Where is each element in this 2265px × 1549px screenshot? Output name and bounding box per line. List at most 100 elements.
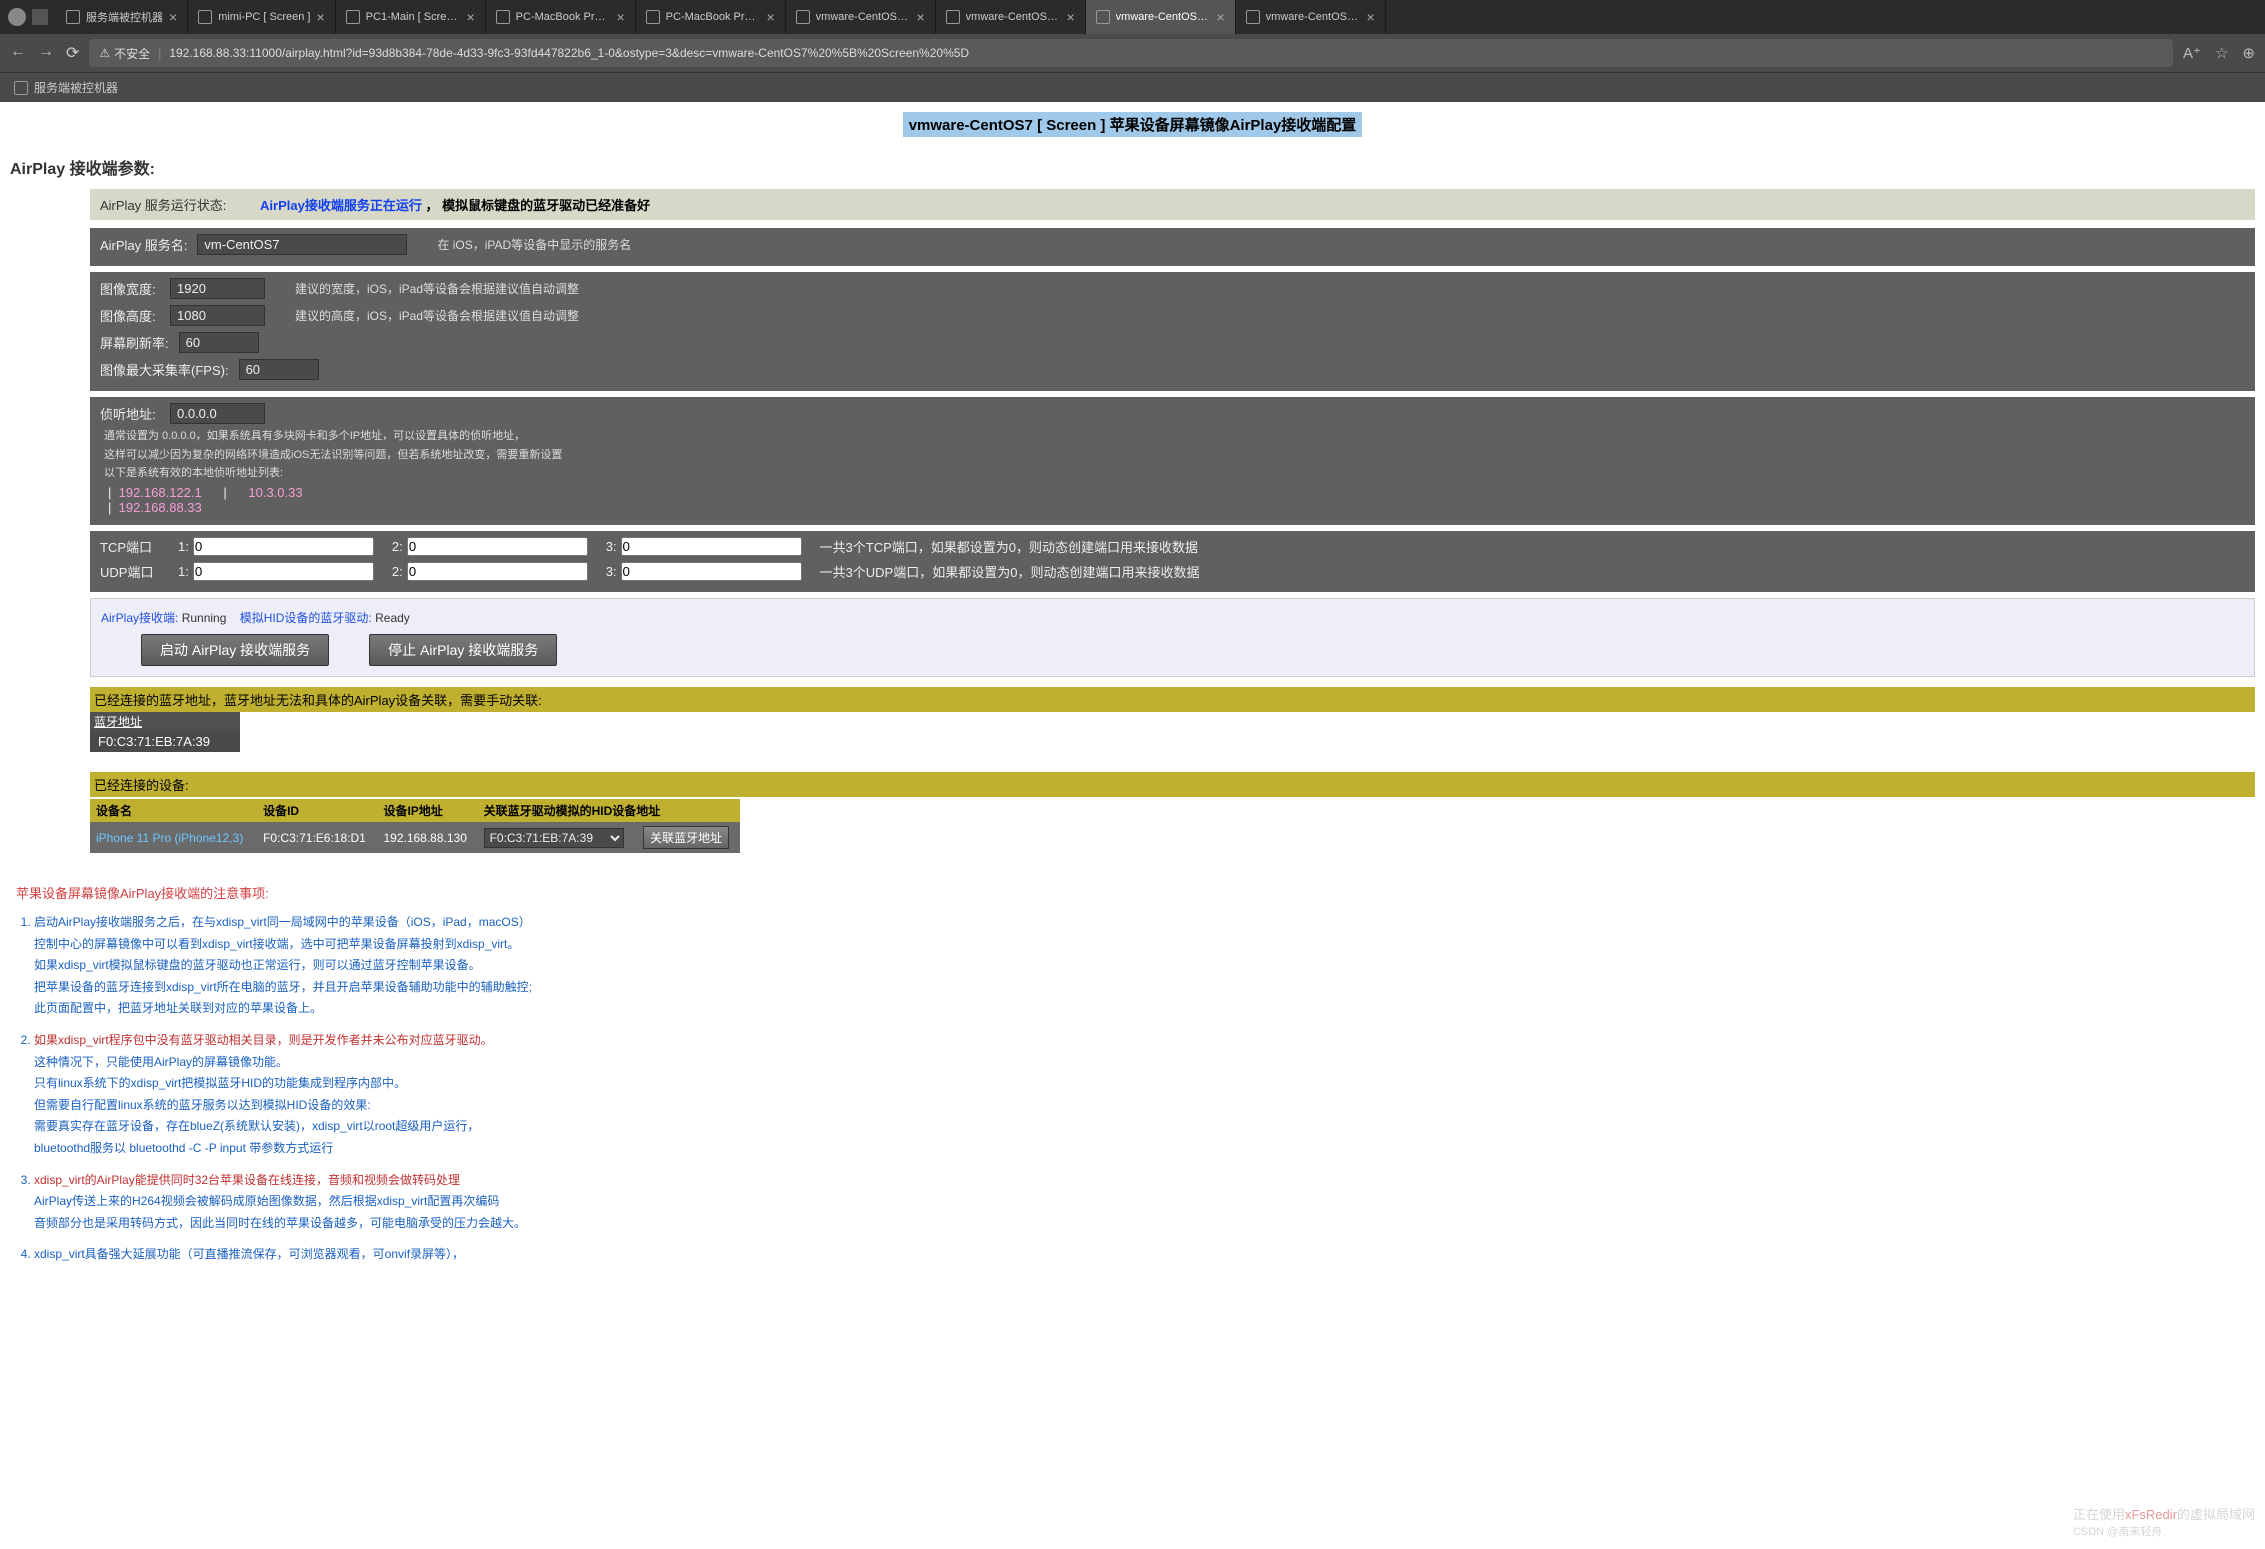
tab-title: PC-MacBook Pro [ Scree [666, 11, 761, 23]
address-bar: ← → ⟳ ⚠不安全 | 192.168.88.33:11000/airplay… [0, 34, 2265, 72]
profile-icon[interactable] [8, 8, 26, 26]
ip-2: 10.3.0.33 [248, 485, 302, 500]
app-icon[interactable] [32, 9, 48, 25]
insecure-icon: ⚠ [99, 46, 110, 60]
url-text: 192.168.88.33:11000/airplay.html?id=93d8… [169, 46, 969, 60]
tab-7[interactable]: vmware-CentOS7 [ Scre× [1086, 0, 1236, 34]
tab-title: vmware-CentOS7 [ Scre [966, 11, 1061, 23]
forward-button[interactable]: → [38, 43, 54, 63]
page-icon [1096, 10, 1110, 24]
devices-table: 设备名 设备ID 设备IP地址 关联蓝牙驱动模拟的HID设备地址 iPhone … [90, 799, 740, 853]
ctrl-s1b: Running [182, 611, 227, 625]
close-icon[interactable]: × [1366, 9, 1374, 25]
tab-title: vmware-CentOS7 List [816, 11, 911, 23]
bookmark-bar: 服务端被控机器 [0, 72, 2265, 102]
tcp-label: TCP端口 [100, 537, 160, 556]
ip-list: | 192.168.122.1 | 10.3.0.33 | 192.168.88… [100, 483, 2245, 517]
tab-6[interactable]: vmware-CentOS7 [ Scre × [936, 0, 1086, 34]
tab-3[interactable]: PC-MacBook Pro List × [486, 0, 636, 34]
note-1: 启动AirPlay接收端服务之后，在与xdisp_virt同一局域网中的苹果设备… [34, 912, 2249, 1020]
status-rest: ， 模拟鼠标键盘的蓝牙驱动已经准备好 [425, 198, 650, 213]
ctrl-s2a: 模拟HID设备的蓝牙驱动: [240, 611, 372, 625]
fps-label: 图像最大采集率(FPS): [100, 360, 229, 379]
browser-chrome: 服务端被控机器×mimi-PC [ Screen ]×PC1-Main [ Sc… [0, 0, 2265, 102]
ctrl-s1a: AirPlay接收端: [101, 611, 178, 625]
tab-title: PC-MacBook Pro List [516, 11, 611, 23]
ip-3: 192.168.88.33 [119, 500, 202, 515]
bt-head: 已经连接的蓝牙地址，蓝牙地址无法和具体的AirPlay设备关联，需要手动关联: [90, 687, 2255, 712]
close-icon[interactable]: × [1216, 9, 1224, 25]
collections-icon[interactable]: ⊕ [2242, 44, 2255, 62]
img-w-input[interactable] [170, 278, 265, 299]
associate-bt-button[interactable]: 关联蓝牙地址 [643, 826, 729, 849]
tcp-2-input[interactable] [407, 537, 588, 556]
url-box[interactable]: ⚠不安全 | 192.168.88.33:11000/airplay.html?… [89, 39, 2173, 67]
img-h-hint: 建议的高度，iOS，iPad等设备会根据建议值自动调整 [295, 307, 579, 324]
listen-panel: 侦听地址: 通常设置为 0.0.0.0，如果系统具有多块网卡和多个IP地址，可以… [90, 397, 2255, 525]
service-name-input[interactable] [197, 234, 407, 255]
close-icon[interactable]: × [169, 9, 177, 25]
tab-4[interactable]: PC-MacBook Pro [ Scree × [636, 0, 786, 34]
udp-2-input[interactable] [407, 562, 588, 581]
tab-title: vmware-CentOS7 [ Scre [1266, 11, 1361, 23]
listen-label: 侦听地址: [100, 404, 160, 423]
control-panel: AirPlay接收端: Running 模拟HID设备的蓝牙驱动: Ready … [90, 598, 2255, 677]
section-heading: AirPlay 接收端参数: [10, 155, 2255, 179]
watermark: 正在使用xFsRedir的虚拟局域网 CSDN @南来轻舟. [2073, 1504, 2255, 1539]
dev-hid-select[interactable]: F0:C3:71:EB:7A:39 [484, 828, 624, 848]
th-name: 设备名 [90, 799, 257, 822]
dev-name: iPhone 11 Pro (iPhone12,3) [90, 822, 257, 853]
note-4: xdisp_virt具备强大延展功能（可直播推流保存，可浏览器观看，可onvif… [34, 1244, 2249, 1266]
tcp-hint: 一共3个TCP端口，如果都设置为0，则动态创建端口用来接收数据 [820, 537, 1198, 556]
tcp-3-input[interactable] [621, 537, 802, 556]
udp-1-input[interactable] [193, 562, 374, 581]
insecure-label: 不安全 [114, 45, 150, 62]
image-panel: 图像宽度: 建议的宽度，iOS，iPad等设备会根据建议值自动调整 图像高度: … [90, 272, 2255, 391]
tcp-1-input[interactable] [193, 537, 374, 556]
th-id: 设备ID [257, 799, 377, 822]
service-name-hint: 在 iOS，iPAD等设备中显示的服务名 [437, 236, 631, 253]
close-icon[interactable]: × [616, 9, 624, 25]
fps-input[interactable] [239, 359, 319, 380]
refresh-input[interactable] [179, 332, 259, 353]
bt-section: 已经连接的蓝牙地址，蓝牙地址无法和具体的AirPlay设备关联，需要手动关联: … [90, 687, 2255, 752]
tab-1[interactable]: mimi-PC [ Screen ]× [188, 0, 335, 34]
img-w-hint: 建议的宽度，iOS，iPad等设备会根据建议值自动调整 [295, 280, 579, 297]
th-ip: 设备IP地址 [377, 799, 477, 822]
stop-service-button[interactable]: 停止 AirPlay 接收端服务 [369, 634, 557, 666]
tab-8[interactable]: vmware-CentOS7 [ Scre × [1236, 0, 1386, 34]
close-icon[interactable]: × [766, 9, 774, 25]
img-w-label: 图像宽度: [100, 279, 160, 298]
tab-bar: 服务端被控机器×mimi-PC [ Screen ]×PC1-Main [ Sc… [0, 0, 2265, 34]
page-icon [198, 10, 212, 24]
udp-3-input[interactable] [621, 562, 802, 581]
udp-label: UDP端口 [100, 562, 160, 581]
back-button[interactable]: ← [10, 43, 26, 63]
reload-button[interactable]: ⟳ [66, 43, 79, 63]
note-3: xdisp_virt的AirPlay能提供同时32台苹果设备在线连接，音频和视频… [34, 1170, 2249, 1235]
listen-input[interactable] [170, 403, 265, 424]
bookmark-icon [14, 81, 28, 95]
close-icon[interactable]: × [916, 9, 924, 25]
read-aloud-icon[interactable]: A⁺ [2183, 44, 2201, 62]
tab-0[interactable]: 服务端被控机器× [56, 0, 188, 34]
start-service-button[interactable]: 启动 AirPlay 接收端服务 [141, 634, 329, 666]
tab-2[interactable]: PC1-Main [ Screen ] × [336, 0, 486, 34]
close-icon[interactable]: × [466, 9, 474, 25]
table-row: iPhone 11 Pro (iPhone12,3) F0:C3:71:E6:1… [90, 822, 740, 853]
tab-5[interactable]: vmware-CentOS7 List × [786, 0, 936, 34]
close-icon[interactable]: × [1066, 9, 1074, 25]
close-icon[interactable]: × [316, 9, 324, 25]
udp-hint: 一共3个UDP端口，如果都设置为0，则动态创建端口用来接收数据 [820, 562, 1200, 581]
img-h-input[interactable] [170, 305, 265, 326]
ip-1: 192.168.122.1 [119, 485, 202, 500]
tab-title: PC1-Main [ Screen ] [366, 11, 461, 23]
img-h-label: 图像高度: [100, 306, 160, 325]
bookmark-link[interactable]: 服务端被控机器 [34, 79, 118, 96]
page-icon [796, 10, 810, 24]
page-icon [646, 10, 660, 24]
service-name-label: AirPlay 服务名: [100, 235, 187, 254]
favorite-icon[interactable]: ☆ [2215, 44, 2228, 62]
dev-id: F0:C3:71:E6:18:D1 [257, 822, 377, 853]
page-icon [66, 10, 80, 24]
